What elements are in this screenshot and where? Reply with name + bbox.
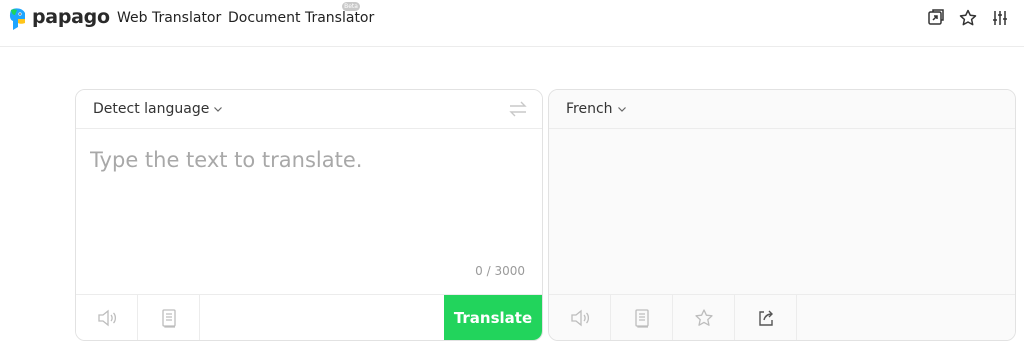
target-language-select[interactable]: French: [566, 101, 627, 117]
source-panel-footer: Translate: [76, 294, 542, 340]
source-language-select[interactable]: Detect language: [93, 101, 223, 117]
speaker-icon: [570, 309, 589, 327]
dictionary-target-button[interactable]: [611, 295, 673, 340]
source-panel-header: Detect language: [76, 90, 542, 129]
book-icon: [161, 309, 176, 328]
popup-icon[interactable]: [925, 8, 945, 28]
share-icon: [758, 310, 773, 326]
star-icon[interactable]: [958, 8, 978, 28]
target-language-label: French: [566, 101, 613, 117]
dictionary-source-button[interactable]: [138, 295, 200, 340]
source-language-label: Detect language: [93, 101, 210, 117]
book-icon: [634, 309, 649, 328]
speaker-icon: [97, 309, 116, 327]
footer-spacer: [797, 295, 1015, 340]
target-panel-header: French: [549, 90, 1015, 129]
listen-source-button[interactable]: [76, 295, 138, 340]
target-panel-footer: [549, 294, 1015, 340]
chevron-down-icon: [214, 107, 223, 112]
nav-web-translator[interactable]: Web Translator: [117, 10, 221, 26]
beta-badge: Beta: [342, 2, 360, 11]
source-text-input[interactable]: [90, 148, 520, 298]
swap-languages-icon[interactable]: [508, 100, 528, 118]
source-panel: Detect language 0 / 3000 Translate: [75, 89, 543, 341]
nav-document-translator[interactable]: Document Translator: [228, 10, 374, 26]
papago-logo-icon[interactable]: [8, 7, 28, 31]
translate-button[interactable]: Translate: [444, 295, 542, 340]
target-panel: French: [548, 89, 1016, 341]
brand-name[interactable]: papago: [32, 6, 110, 28]
share-button[interactable]: [735, 295, 797, 340]
footer-spacer: [200, 295, 444, 340]
character-counter: 0 / 3000: [475, 264, 525, 278]
listen-target-button[interactable]: [549, 295, 611, 340]
chevron-down-icon: [617, 107, 626, 112]
favorite-button[interactable]: [673, 295, 735, 340]
star-icon: [694, 309, 713, 326]
settings-sliders-icon[interactable]: [990, 8, 1010, 28]
top-bar: papago Web Translator Document Translato…: [0, 0, 1024, 47]
